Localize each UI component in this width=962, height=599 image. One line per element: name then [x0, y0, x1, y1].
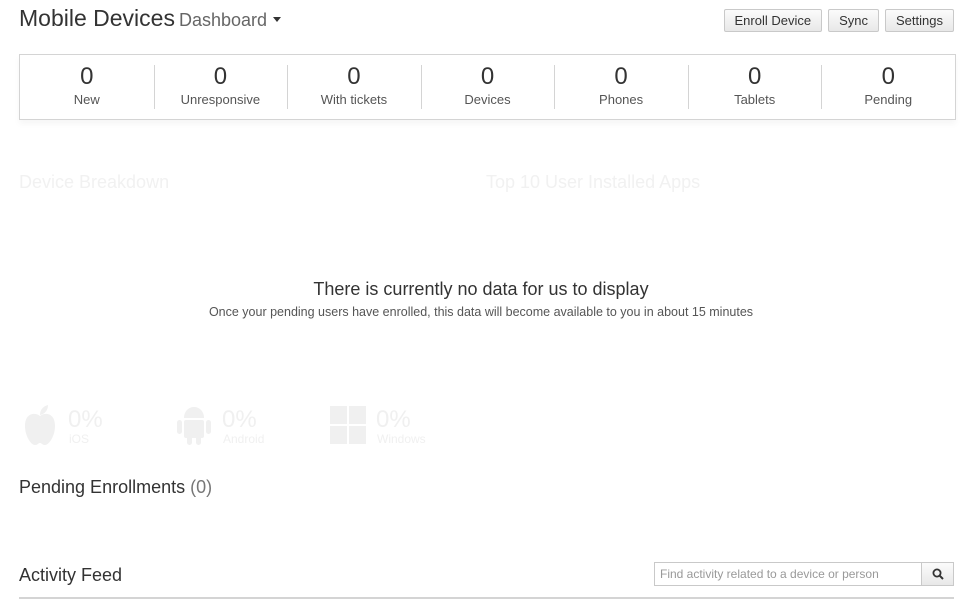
android-icon [177, 407, 211, 445]
dashboard-dropdown[interactable]: Dashboard [179, 10, 282, 31]
stat-value: 0 [748, 63, 762, 90]
stat-pending[interactable]: 0 Pending [821, 55, 955, 119]
stat-label: Unresponsive [180, 92, 261, 107]
search-icon [932, 568, 944, 580]
page-title: Mobile Devices [19, 5, 175, 31]
ios-label: iOS [69, 432, 90, 446]
pending-enrollments-title: Pending Enrollments [19, 477, 186, 497]
stat-value: 0 [614, 63, 628, 90]
windows-label: Windows [377, 432, 426, 446]
stat-value: 0 [480, 63, 495, 90]
header-actions: Enroll Device Sync Settings [723, 9, 954, 32]
stat-unresponsive[interactable]: 0 Unresponsive [153, 55, 288, 119]
caret-down-icon [273, 17, 282, 22]
windows-percent: 0% [376, 406, 411, 433]
activity-search [654, 562, 954, 586]
android-percent: 0% [222, 406, 257, 433]
activity-feed-title: Activity Feed [19, 565, 123, 585]
stat-value: 0 [347, 63, 361, 90]
enroll-device-button[interactable]: Enroll Device [723, 9, 823, 32]
apple-icon [25, 405, 55, 445]
settings-button[interactable]: Settings [885, 9, 954, 32]
empty-state-message: Once your pending users have enrolled, t… [208, 305, 754, 319]
stat-label: Tablets [734, 92, 776, 107]
stat-phones[interactable]: 0 Phones [554, 55, 688, 119]
ios-percent: 0% [68, 406, 103, 433]
pending-enrollments-heading: Pending Enrollments (0) [19, 477, 212, 498]
stat-label: Phones [599, 92, 644, 107]
pending-enrollments-count: (0) [190, 477, 213, 497]
stat-tablets[interactable]: 0 Tablets [687, 55, 822, 119]
stat-value: 0 [881, 63, 895, 90]
android-label: Android [223, 432, 265, 446]
stat-label: Pending [864, 92, 913, 107]
top-apps-title: Top 10 User Installed Apps [486, 172, 701, 192]
windows-icon [330, 406, 366, 444]
stats-bar: 0 New 0 Unresponsive 0 With tickets 0 De… [19, 54, 956, 120]
device-breakdown-title: Device Breakdown [19, 172, 170, 192]
sync-button[interactable]: Sync [828, 9, 880, 32]
dashboard-dropdown-label: Dashboard [179, 10, 268, 30]
stat-devices[interactable]: 0 Devices [420, 55, 555, 119]
stat-new[interactable]: 0 New [20, 55, 154, 119]
search-button[interactable] [921, 562, 954, 586]
stat-label: Devices [464, 92, 511, 107]
stat-label: New [73, 92, 100, 107]
stat-with-tickets[interactable]: 0 With tickets [287, 55, 421, 119]
empty-state-title: There is currently no data for us to dis… [313, 279, 649, 299]
stat-label: With tickets [320, 92, 388, 107]
stat-value: 0 [80, 63, 94, 90]
stat-value: 0 [213, 63, 228, 90]
activity-search-input[interactable] [654, 562, 921, 586]
page-header: Mobile Devices Dashboard Enroll Device S… [19, 5, 954, 37]
